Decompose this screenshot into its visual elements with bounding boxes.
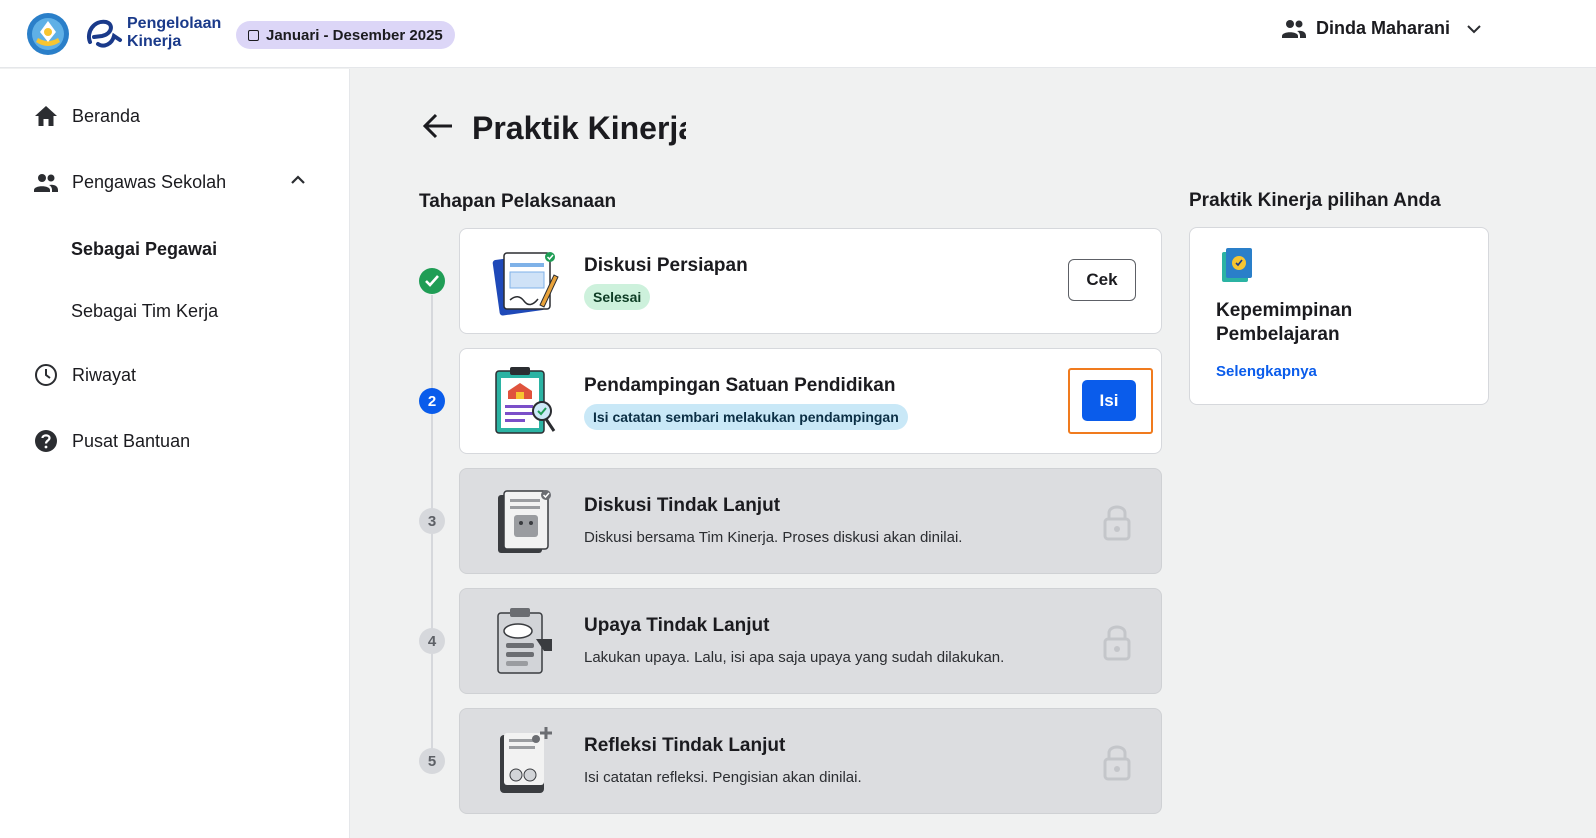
step-description: Diskusi bersama Tim Kinerja. Proses disk…	[584, 529, 963, 546]
calendar-icon	[248, 29, 259, 41]
chevron-down-icon	[1467, 24, 1481, 33]
stages-heading: Tahapan Pelaksanaan	[419, 191, 617, 212]
lock-icon	[1103, 745, 1131, 781]
step-description: Isi catatan refleksi. Pengisian akan din…	[584, 769, 862, 786]
period-badge[interactable]: Januari - Desember 2025	[236, 21, 455, 49]
sidebar-item-sebagai-tim-kerja[interactable]: Sebagai Tim Kerja	[71, 301, 218, 322]
selengkapnya-link[interactable]: Selengkapnya	[1216, 363, 1317, 380]
check-icon	[425, 275, 439, 287]
info-badge: Isi catatan sembari melakukan pendamping…	[584, 404, 908, 430]
back-arrow-icon[interactable]	[422, 112, 454, 140]
status-badge: Selesai	[584, 284, 651, 310]
home-icon	[35, 106, 57, 126]
lock-icon	[1103, 625, 1131, 661]
sidebar-item-label: Pusat Bantuan	[72, 430, 191, 451]
sidebar-item-label: Beranda	[72, 105, 141, 126]
app-name-line1: Pengelolaan	[127, 15, 222, 32]
page-title: Praktik Kinerja	[472, 110, 686, 146]
step-number-4: 4	[419, 628, 445, 654]
stepper-line	[431, 295, 433, 401]
cek-button[interactable]: Cek	[1068, 259, 1136, 301]
clock-icon	[35, 364, 57, 386]
discussion-document-illustration	[498, 490, 551, 553]
chevron-up-icon[interactable]	[290, 175, 306, 185]
step-card-diskusi-persiapan: Diskusi Persiapan Selesai Cek	[459, 228, 1162, 334]
step-number-2: 2	[419, 388, 445, 414]
sidebar-item-pengawas-sekolah[interactable]: Pengawas Sekolah	[34, 172, 226, 193]
user-name: Dinda Maharani	[1316, 18, 1451, 38]
step-description: Lakukan upaya. Lalu, isi apa saja upaya …	[584, 649, 1005, 666]
step-title: Refleksi Tindak Lanjut	[584, 735, 786, 756]
clipboard-chat-illustration	[497, 608, 552, 674]
sidebar-item-beranda[interactable]: Beranda	[34, 105, 140, 127]
reflection-document-illustration	[500, 727, 552, 793]
clipboard-school-illustration	[495, 367, 556, 434]
help-icon	[35, 430, 57, 452]
step-number-3: 3	[419, 508, 445, 534]
practice-title: Kepemimpinan Pembelajaran	[1216, 300, 1353, 345]
sidebar: Beranda Pengawas Sekolah Sebagai Pegawai…	[0, 69, 350, 838]
top-header: Pengelolaan Kinerja Januari - Desember 2…	[0, 0, 1596, 68]
sidebar-item-label: Pengawas Sekolah	[72, 172, 227, 192]
step-complete-marker	[419, 268, 445, 294]
step-card-refleksi-tindak-lanjut: Refleksi Tindak Lanjut Isi catatan refle…	[459, 708, 1162, 814]
step-card-diskusi-tindak-lanjut: Diskusi Tindak Lanjut Diskusi bersama Ti…	[459, 468, 1162, 574]
step-title: Diskusi Persiapan	[584, 255, 748, 276]
step-title: Diskusi Tindak Lanjut	[584, 495, 781, 516]
isi-button[interactable]: Isi	[1082, 380, 1136, 421]
sidebar-item-pusat-bantuan[interactable]: Pusat Bantuan	[34, 429, 190, 453]
lock-icon	[1103, 505, 1131, 541]
step-card-upaya-tindak-lanjut: Upaya Tindak Lanjut Lakukan upaya. Lalu,…	[459, 588, 1162, 694]
app-name-line2: Kinerja	[127, 33, 182, 50]
document-sign-illustration	[492, 252, 559, 316]
app-logo-icon	[87, 19, 122, 48]
sidebar-item-sebagai-pegawai[interactable]: Sebagai Pegawai	[71, 239, 217, 260]
sidebar-item-riwayat[interactable]: Riwayat	[34, 363, 136, 387]
choice-heading: Praktik Kinerja pilihan Anda	[1189, 190, 1441, 211]
sidebar-item-label: Riwayat	[72, 364, 137, 385]
ministry-emblem-icon	[27, 13, 69, 55]
selected-practice-card: Kepemimpinan Pembelajaran Selengkapnya	[1189, 227, 1489, 405]
user-menu[interactable]: Dinda Maharani	[1282, 18, 1482, 39]
period-label: Januari - Desember 2025	[266, 26, 443, 44]
people-icon	[34, 173, 58, 192]
step-title: Upaya Tindak Lanjut	[584, 615, 770, 636]
users-icon	[1282, 19, 1306, 38]
stepper-line	[431, 414, 433, 521]
stepper-line	[431, 534, 433, 641]
step-card-pendampingan: Pendampingan Satuan Pendidikan Isi catat…	[459, 348, 1162, 454]
step-number-5: 5	[419, 748, 445, 774]
book-badge-icon	[1222, 248, 1252, 282]
step-title: Pendampingan Satuan Pendidikan	[584, 375, 896, 396]
stepper-line	[431, 654, 433, 761]
app-name: Pengelolaan Kinerja	[127, 15, 221, 51]
